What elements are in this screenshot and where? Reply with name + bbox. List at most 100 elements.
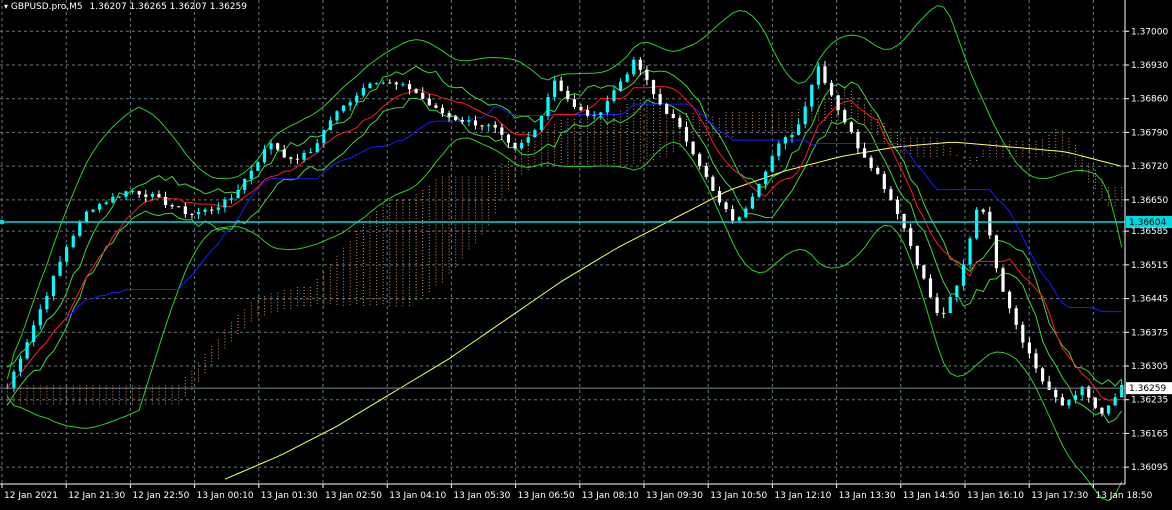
- candle-body: [678, 117, 682, 128]
- candle-body: [302, 152, 306, 160]
- candle-body: [975, 209, 979, 239]
- candle-body: [961, 264, 966, 286]
- candle-body: [843, 110, 847, 123]
- candle-body: [922, 265, 926, 279]
- candle-body: [447, 113, 451, 117]
- candle-body: [71, 235, 75, 248]
- candle-body: [783, 137, 788, 144]
- candle-body: [500, 127, 504, 135]
- candle-body: [1100, 407, 1104, 414]
- candle-body: [216, 207, 220, 210]
- candle-body: [124, 191, 128, 197]
- candle-body: [658, 94, 662, 105]
- candle-body: [117, 196, 121, 198]
- candle-body: [289, 157, 293, 159]
- y-tick-label: 1.36375: [1131, 328, 1168, 338]
- y-tick-label: 1.36095: [1131, 463, 1168, 473]
- candle-body: [757, 183, 761, 197]
- candle-body: [876, 168, 880, 174]
- candle-body: [816, 66, 820, 85]
- y-tick-label: 1.36860: [1131, 95, 1168, 105]
- candle-body: [1034, 353, 1038, 369]
- candle-body: [190, 214, 194, 216]
- candle-body: [98, 204, 102, 210]
- candle-body: [770, 156, 774, 172]
- candle-body: [1001, 268, 1005, 292]
- candle-body: [84, 211, 89, 223]
- candle-body: [579, 106, 583, 110]
- candle-body: [1093, 397, 1097, 408]
- candle-body: [12, 371, 16, 388]
- candle-body: [388, 82, 392, 84]
- candle-body: [473, 120, 478, 126]
- candle-body: [440, 107, 445, 114]
- x-tick-label: 13 Jan 14:50: [903, 491, 960, 501]
- candle-body: [737, 217, 741, 221]
- candle-body: [836, 95, 840, 111]
- candle-body: [170, 205, 174, 207]
- x-tick-label: 13 Jan 05:30: [453, 491, 510, 501]
- candle-body: [632, 59, 636, 75]
- dropdown-triangle-icon[interactable]: ▾: [4, 2, 8, 11]
- y-tick-label: 1.36930: [1131, 61, 1168, 71]
- symbol-label: GBPUSD.pro,M5: [10, 2, 83, 12]
- y-tick-label: 1.36650: [1131, 196, 1168, 206]
- candle-body: [572, 99, 576, 107]
- candle-body: [45, 296, 49, 310]
- candle-body: [1054, 389, 1058, 398]
- x-tick-label: 13 Jan 04:10: [389, 491, 446, 501]
- y-tick-label: 1.36235: [1131, 396, 1168, 406]
- candle-body: [150, 194, 154, 197]
- y-tick-label: 1.36305: [1131, 362, 1168, 372]
- candle-body: [764, 171, 768, 184]
- y-tick-label: 1.36445: [1131, 295, 1168, 305]
- candle-body: [1047, 381, 1051, 390]
- candle-body: [427, 98, 431, 106]
- candle-body: [374, 83, 379, 85]
- candle-body: [645, 69, 649, 80]
- candle-body: [698, 154, 702, 166]
- candle-body: [493, 124, 497, 128]
- candle-body: [407, 84, 412, 90]
- candle-body: [506, 134, 511, 143]
- candle-body: [210, 209, 214, 211]
- candle-body: [144, 194, 148, 197]
- candle-body: [585, 109, 590, 116]
- candle-body: [394, 82, 398, 85]
- candle-body: [460, 119, 464, 122]
- candle-body: [1120, 384, 1124, 398]
- candle-body: [638, 59, 642, 70]
- x-tick-label: 13 Jan 01:30: [261, 491, 318, 501]
- x-tick-label: 12 Jan 2021: [4, 491, 58, 501]
- y-tick-label: 1.36585: [1131, 227, 1168, 237]
- candle-body: [104, 202, 108, 205]
- candle-body: [823, 66, 827, 83]
- chart-header: ▾ GBPUSD.pro,M5 1.36207 1.36265 1.36207 …: [4, 2, 247, 12]
- candle-body: [183, 206, 187, 215]
- candle-body: [229, 198, 234, 200]
- candle-body: [704, 165, 708, 177]
- candle-body: [421, 92, 425, 99]
- candle-body: [928, 278, 933, 298]
- price-chart[interactable]: 1.366041.36259 1.370001.369301.368601.36…: [0, 0, 1172, 506]
- candle-body: [625, 74, 629, 82]
- candle-body: [849, 122, 853, 132]
- candle-body: [1073, 395, 1078, 400]
- candle-body: [223, 199, 227, 208]
- candle-body: [731, 209, 735, 221]
- candle-body: [78, 222, 82, 236]
- candle-body: [856, 131, 860, 149]
- candle-body: [276, 143, 280, 150]
- candle-body: [955, 285, 959, 298]
- candle-body: [401, 84, 405, 86]
- candle-body: [526, 137, 530, 143]
- candle-body: [18, 358, 23, 372]
- candle-body: [243, 178, 247, 191]
- candle-body: [203, 209, 207, 212]
- candle-body: [1040, 368, 1045, 382]
- chart-area[interactable]: 1.36604 1.36259 1.37000 1.36930 1.36860 1.36…: [0, 0, 1172, 506]
- candle-body: [665, 104, 669, 114]
- candle-body: [651, 79, 656, 95]
- candle-body: [1014, 308, 1018, 325]
- candle-body: [513, 142, 517, 149]
